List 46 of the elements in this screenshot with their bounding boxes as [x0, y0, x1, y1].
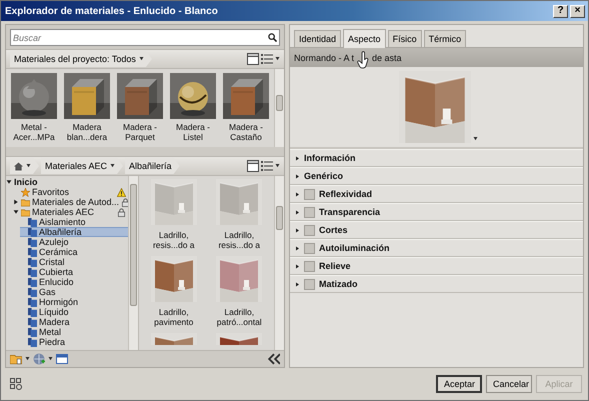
property-section[interactable]: Reflexividad	[290, 185, 583, 203]
help-button[interactable]: ?	[553, 4, 568, 18]
tree-item[interactable]: Inicio	[6, 177, 128, 187]
material-label[interactable]: Madera - Listel	[168, 122, 218, 142]
tab[interactable]: Físico	[388, 30, 422, 47]
property-section[interactable]: Información	[290, 149, 583, 167]
tree-item[interactable]: Materiales AEC	[13, 207, 128, 217]
tree-item[interactable]: Aislamiento	[20, 217, 128, 227]
tree-item[interactable]: Favoritos	[13, 187, 128, 197]
property-section[interactable]: Autoiluminación	[290, 239, 583, 257]
tree-item[interactable]: Líquido	[20, 307, 128, 317]
tree-item[interactable]: Cubierta	[20, 267, 128, 277]
material-label[interactable]: Madera - Parquet	[115, 122, 165, 142]
tree-item[interactable]: Materiales de Autod...	[13, 197, 128, 207]
material-name: Normando - A t	[294, 52, 354, 62]
search-field[interactable]: Buscar	[10, 29, 280, 46]
tab[interactable]: Térmico	[424, 30, 466, 47]
tree-item[interactable]: Cerámica	[20, 247, 128, 257]
material-label[interactable]: Ladrillo, pavimento	[142, 307, 206, 327]
material-label[interactable]: Ladrillo, patró...ontal	[208, 307, 271, 327]
tree-item[interactable]: Hormigón	[20, 297, 128, 307]
window-title: Explorador de materiales - Enlucido - Blanco	[5, 6, 219, 16]
tree-item[interactable]: Cristal	[20, 257, 128, 267]
tab[interactable]: Identidad	[294, 30, 342, 47]
tree-item[interactable]: Enlucido	[20, 277, 128, 287]
material-label[interactable]: Ladrillo, resis...do a	[142, 230, 206, 250]
tree-item[interactable]: Metal	[20, 327, 128, 337]
dialog-button[interactable]: Aceptar	[436, 375, 482, 393]
property-section[interactable]: Transparencia	[290, 203, 583, 221]
tree-item[interactable]: Gas	[20, 287, 128, 297]
dialog-button[interactable]: Cancelar	[486, 375, 532, 393]
material-label[interactable]: Ladrillo, resis...do a	[208, 230, 271, 250]
material-label[interactable]: Madera blan...dera	[62, 122, 112, 142]
property-section[interactable]: Matizado	[290, 275, 583, 293]
material-label[interactable]: Metal - Acer...MPa	[9, 122, 59, 142]
tree-item[interactable]: Azulejo	[20, 237, 128, 247]
tab[interactable]: Aspecto	[343, 29, 386, 48]
property-section[interactable]: Genérico	[290, 167, 583, 185]
material-label[interactable]: Madera - Castaño	[221, 122, 271, 142]
close-button[interactable]: ×	[570, 4, 585, 18]
material-name: de asta	[372, 52, 402, 62]
tree-item[interactable]: Albañilería	[20, 227, 128, 237]
property-section[interactable]: Cortes	[290, 221, 583, 239]
property-section[interactable]: Relieve	[290, 257, 583, 275]
tree-item[interactable]: Madera	[20, 317, 128, 327]
tree-item[interactable]: Piedra	[20, 337, 128, 347]
